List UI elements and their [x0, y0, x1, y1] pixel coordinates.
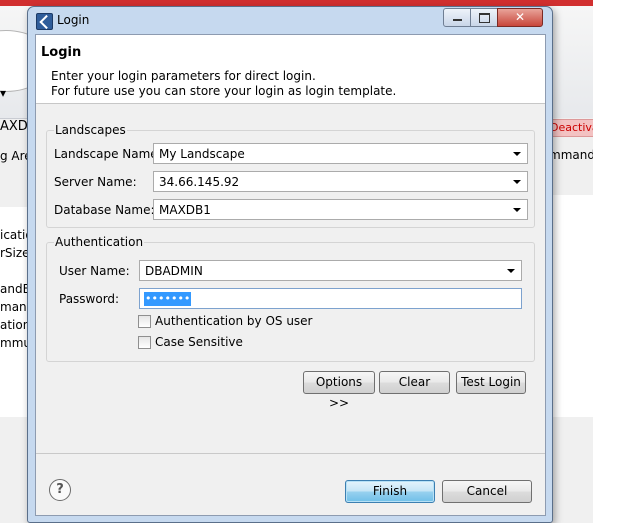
- maximize-icon: [479, 13, 490, 23]
- login-dialog: Login ✕ Login Enter your login parameter…: [27, 6, 553, 523]
- cancel-button-label: Cancel: [466, 484, 508, 498]
- os-user-checkbox-label: Authentication by OS user: [155, 314, 313, 328]
- case-sensitive-checkbox-label: Case Sensitive: [155, 335, 243, 349]
- close-icon: ✕: [514, 10, 526, 24]
- os-user-checkbox-box[interactable]: [138, 315, 151, 328]
- background-command-label: mmand L: [549, 148, 593, 162]
- database-name-combo[interactable]: MAXDB1: [153, 199, 528, 220]
- help-icon[interactable]: ?: [49, 479, 71, 501]
- footer-divider: [36, 453, 545, 454]
- app-logo-icon: [36, 13, 53, 30]
- test-login-button[interactable]: Test Login: [456, 371, 526, 394]
- user-name-label: User Name:: [59, 264, 130, 278]
- landscape-name-label: Landscape Name:: [54, 147, 162, 161]
- chevron-down-icon: [507, 269, 515, 273]
- case-sensitive-checkbox[interactable]: Case Sensitive: [138, 335, 278, 351]
- password-label: Password:: [59, 292, 120, 306]
- server-name-combo[interactable]: 34.66.145.92: [153, 171, 528, 192]
- dialog-titlebar[interactable]: Login ✕: [28, 7, 552, 33]
- dialog-client-area: Login Enter your login parameters for di…: [35, 34, 546, 516]
- server-name-value: 34.66.145.92: [159, 175, 240, 189]
- chevron-down-icon: [513, 180, 521, 184]
- header-description-line-2: For future use you can store your login …: [51, 84, 397, 98]
- chevron-down-icon: [513, 208, 521, 212]
- test-login-button-label: Test Login: [461, 375, 521, 389]
- password-value: •••••••: [144, 292, 192, 306]
- finish-button-label: Finish: [372, 484, 408, 498]
- database-name-label: Database Name:: [54, 203, 155, 217]
- case-sensitive-checkbox-box[interactable]: [138, 336, 151, 349]
- authentication-group-label: Authentication: [54, 235, 145, 249]
- background-list-item: rSize: [0, 246, 30, 260]
- os-user-checkbox[interactable]: Authentication by OS user: [138, 314, 338, 330]
- minimize-icon: [453, 19, 462, 21]
- landscape-name-value: My Landscape: [159, 147, 245, 161]
- options-button-label: Options >>: [315, 375, 363, 410]
- clear-button[interactable]: Clear: [379, 371, 450, 394]
- background-tab-label: AXD: [0, 119, 28, 134]
- user-name-value: DBADMIN: [145, 264, 203, 278]
- background-dropdown-arrow: ▾: [0, 86, 7, 100]
- server-name-label: Server Name:: [54, 175, 137, 189]
- window-title: Login: [57, 13, 90, 27]
- user-name-combo[interactable]: DBADMIN: [139, 260, 522, 281]
- background-status-badge: Deactivated: [549, 119, 593, 137]
- minimize-button[interactable]: [443, 8, 471, 27]
- maximize-button[interactable]: [470, 8, 498, 27]
- options-button[interactable]: Options >>: [303, 371, 375, 410]
- header-description-line-1: Enter your login parameters for direct l…: [51, 69, 316, 83]
- chevron-down-icon: [513, 152, 521, 156]
- password-field[interactable]: •••••••: [139, 288, 522, 309]
- finish-button[interactable]: Finish: [345, 480, 435, 503]
- landscape-name-combo[interactable]: My Landscape: [153, 143, 528, 164]
- background-right-list: [551, 195, 593, 417]
- database-name-value: MAXDB1: [159, 203, 211, 217]
- background-list-item: ation: [0, 318, 31, 332]
- close-button[interactable]: ✕: [497, 8, 543, 27]
- landscapes-group-label: Landscapes: [54, 123, 127, 137]
- cancel-button[interactable]: Cancel: [442, 480, 532, 503]
- dialog-header: Login Enter your login parameters for di…: [36, 35, 545, 104]
- page-title: Login: [41, 45, 82, 60]
- clear-button-label: Clear: [398, 375, 431, 389]
